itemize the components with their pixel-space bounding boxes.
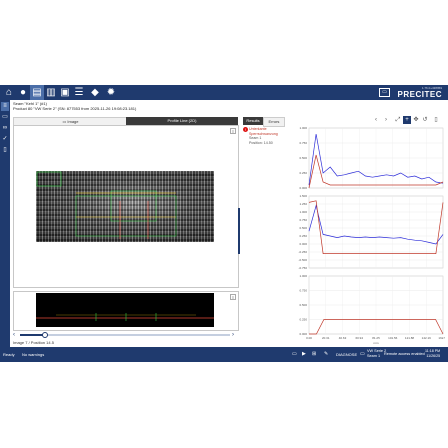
image-slider-fill — [20, 334, 44, 336]
roi-box — [75, 195, 177, 237]
y-tick-label: 0.500 — [299, 303, 307, 307]
chevron-right-icon[interactable]: › — [232, 331, 238, 339]
tool-icon: ✎ — [324, 351, 329, 357]
tab-image-label: Image — [67, 119, 79, 124]
menu-icon[interactable]: ≡ — [230, 294, 236, 300]
y-tick-label: 1.000 — [299, 274, 307, 278]
y-tick-label: 0.750 — [299, 141, 307, 145]
y-tick-label: 0.000 — [299, 242, 307, 246]
profile-overlay — [36, 313, 214, 321]
roi-box — [110, 190, 157, 222]
y-tick-label: 0.500 — [299, 156, 307, 160]
x-tick-label: 81.25 — [372, 336, 380, 340]
play-icon[interactable]: ▶ — [302, 347, 306, 362]
y-tick-label: 0.250 — [299, 318, 307, 322]
y-tick-label: 0.250 — [299, 234, 307, 238]
camera-icon: ▭ — [292, 351, 297, 357]
document-icon[interactable]: ▯ — [1, 146, 9, 155]
product-icon: ▭ — [360, 351, 365, 357]
y-tick-label: 0.000 — [299, 186, 307, 190]
remote-status: Remote access enabled — [384, 352, 425, 356]
menu-icon[interactable]: ≡ — [230, 128, 236, 134]
left-toolbar: ≡ ▭ ∞ ✓ ▯ — [0, 100, 10, 347]
network-icon: ⊞ — [312, 351, 317, 357]
brand-logo: PRECITEC — [397, 90, 442, 99]
tab-profile-line[interactable]: Profile Line (2D) — [126, 117, 238, 125]
link-icon[interactable]: ∞ — [1, 124, 9, 133]
list-icon[interactable]: ≡ — [1, 102, 9, 111]
gear-icon[interactable]: ✹ — [104, 85, 118, 100]
image-icon[interactable]: ▭ — [1, 113, 9, 122]
profile-image — [36, 293, 214, 327]
x-tick-label: 20.31 — [322, 336, 330, 340]
status-bar: Ready No warnings ▭ ▶ ⊞ ✎ DIAGNOSE ▭ VW … — [0, 347, 448, 362]
x-tick-label: 121.88 — [405, 336, 415, 340]
y-tick-label: -0.750 — [298, 266, 307, 270]
top-toolbar: ⌂ ● ▤ ▥ ▣ ☰ ◆ ✹ ▭ 1.76.0+43f8f69 PRECITE… — [0, 85, 448, 100]
roi-overlay — [36, 171, 177, 239]
tag-icon[interactable]: ◆ — [88, 85, 102, 100]
home-icon[interactable]: ⌂ — [2, 85, 16, 100]
chevron-right-icon[interactable]: › — [382, 116, 390, 124]
roi-box — [36, 171, 62, 187]
x-axis-label: mm — [374, 341, 379, 345]
y-tick-label: -0.500 — [298, 258, 307, 262]
date: 11/26/25 — [426, 354, 441, 358]
document-icon[interactable]: ▯ — [432, 116, 440, 124]
warnings-text: No warnings — [22, 352, 45, 357]
undo-icon[interactable]: ↺ — [421, 116, 429, 124]
table-icon[interactable]: ☰ — [72, 85, 86, 100]
alarm-details: Seam 1 Position: 14.50 — [249, 136, 273, 145]
image-position: Image 7 / Position 14.5 — [13, 340, 54, 345]
diagnose-label: DIAGNOSE — [336, 352, 358, 357]
chevron-left-icon[interactable]: ‹ — [13, 331, 19, 339]
camera-icon: ▭ — [379, 88, 390, 97]
alarm-position: Position: 14.50 — [249, 140, 273, 145]
product-info: Product 80 "VW Serie 2" (SN: 877553 from… — [13, 106, 137, 111]
y-tick-label: 1.250 — [299, 202, 307, 206]
y-tick-label: 0.750 — [299, 289, 307, 293]
x-tick-label: 101.56 — [388, 336, 398, 340]
slider-handle[interactable] — [42, 332, 48, 338]
x-tick-label: 142.19 — [422, 336, 432, 340]
clock: 11:18 PM 11/26/25 — [425, 349, 440, 359]
x-tick-label: 60.94 — [355, 336, 363, 340]
y-tick-label: 1.500 — [299, 194, 307, 198]
folder-icon[interactable]: ▤ — [30, 85, 44, 100]
x-tick-label: 40.63 — [339, 336, 347, 340]
expand-icon[interactable]: ⤢ — [394, 116, 402, 124]
alarm-title: Unterkante Sperrschwanzung — [249, 127, 278, 136]
image-slider[interactable] — [20, 334, 230, 336]
tab-profile-line-label: Profile Line (2D) — [167, 118, 197, 123]
vertical-scrollbar[interactable] — [238, 208, 240, 254]
status-text: Ready — [3, 352, 15, 357]
alert-icon: ! — [243, 127, 248, 132]
tab-results[interactable]: Results — [243, 117, 263, 125]
zoom-in-icon[interactable]: + — [403, 116, 411, 124]
check-icon[interactable]: ✓ — [1, 135, 9, 144]
user-icon[interactable]: ● — [16, 85, 30, 100]
window-icon[interactable]: ▣ — [58, 85, 72, 100]
results-charts[interactable]: 1.000 0.750 0.500 0.250 0.000 1.500 1.250 1.000… — [283, 124, 445, 347]
chevron-left-icon[interactable]: ‹ — [372, 116, 380, 124]
y-tick-label: 1.000 — [299, 126, 307, 130]
weld-camera-image — [36, 171, 214, 242]
x-tick-label: 162.50 — [438, 336, 445, 340]
y-tick-label: 1.000 — [299, 210, 307, 214]
tab-errors[interactable]: Errors — [263, 117, 285, 127]
y-tick-label: 0.750 — [299, 218, 307, 222]
y-tick-label: -0.250 — [298, 250, 307, 254]
move-icon[interactable]: ✥ — [412, 116, 420, 124]
y-tick-label: 0.250 — [299, 171, 307, 175]
x-tick-label: 0.00 — [306, 336, 312, 340]
chart-icon[interactable]: ▥ — [44, 85, 58, 100]
y-tick-label: 0.500 — [299, 226, 307, 230]
